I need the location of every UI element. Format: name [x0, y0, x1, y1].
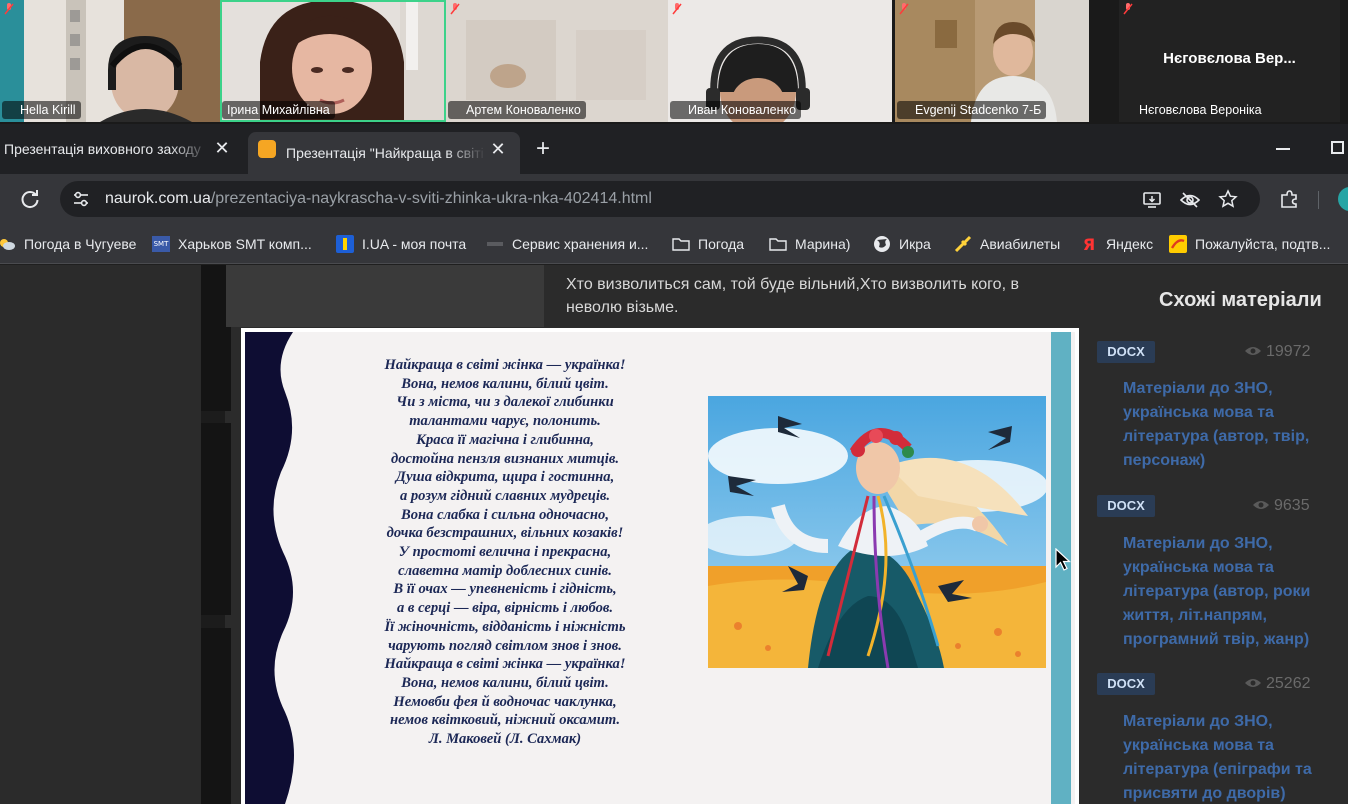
participant-name: Evgenij Stadcenko 7-Б [897, 101, 1047, 119]
bookmark-label: I.UA - моя почта [362, 236, 467, 252]
muted-mic-icon [899, 3, 909, 15]
confirm-icon [1169, 235, 1187, 253]
eye-icon [1245, 679, 1261, 687]
ukrainian-woman-painting [708, 396, 1046, 668]
bookmark-label: Погода в Чугуеве [24, 236, 137, 252]
bookmark-folder-maryna[interactable]: Марина) [769, 234, 850, 254]
bookmark-ikra[interactable]: Икра [873, 234, 931, 254]
related-materials-title: Схожі матеріали [1159, 289, 1322, 311]
bookmark-pogoda-chuhuiv[interactable]: Погода в Чугуеве [0, 234, 136, 254]
view-count: 25262 [1244, 675, 1311, 693]
participant-name: Нєговєлова Вероніка [1139, 103, 1262, 117]
muted-mic-icon [672, 3, 682, 15]
participant-name: Hella Kirill [2, 101, 81, 119]
bookmark-star-icon[interactable] [1218, 189, 1238, 209]
folder-icon [769, 238, 787, 251]
url-path: /prezentaciya-naykrascha-v-sviti-zhinka-… [210, 190, 652, 207]
view-count: 9635 [1252, 497, 1310, 515]
browser-toolbar: naurok.com.ua/prezentaciya-naykrascha-v-… [0, 174, 1348, 224]
naurok-favicon-icon [258, 140, 276, 158]
participant-name: Артем Коноваленко [448, 101, 586, 119]
iua-icon [336, 235, 354, 253]
slide-wave-border [245, 332, 294, 804]
svg-text:SMT: SMT [154, 240, 169, 248]
install-app-icon[interactable] [1142, 190, 1162, 210]
participant-tile-ivan[interactable]: Иван Коноваленко [668, 0, 892, 122]
maximize-icon[interactable] [1331, 141, 1344, 154]
close-tab-icon[interactable]: ✕ [214, 139, 230, 157]
doc-type-badge: DOCX [1097, 673, 1155, 695]
doc-type-badge: DOCX [1097, 341, 1155, 363]
page-quote: Хто визволиться сам, той буде вільний,Хт… [566, 276, 1019, 316]
bookmark-iua[interactable]: I.UA - моя почта [336, 234, 466, 254]
weather-icon [0, 239, 15, 250]
related-item-title[interactable]: Матеріали до ЗНО, українська мова та літ… [1123, 532, 1333, 652]
reload-icon[interactable] [19, 188, 41, 210]
bookmark-label: Сервис хранения и... [512, 236, 649, 252]
muted-mic-icon [4, 3, 14, 15]
related-item-title[interactable]: Матеріали до ЗНО, українська мова та літ… [1123, 377, 1333, 473]
doc-type-badge: DOCX [1097, 495, 1155, 517]
folder-icon [672, 238, 690, 251]
bookmark-label: Авиабилеты [980, 236, 1061, 252]
slide-thumbnail[interactable] [201, 423, 231, 615]
screen: Hella Kirill Ірина Михайлівна Артем Коно… [0, 0, 1348, 804]
participant-tile-artem[interactable]: Артем Коноваленко [446, 0, 668, 122]
tab-vykhovnyi-zakhid[interactable]: Презентація виховного заходу ✕ [0, 132, 244, 166]
minimize-icon[interactable] [1276, 148, 1290, 150]
eye-off-icon[interactable] [1180, 190, 1200, 210]
view-count: 19972 [1244, 343, 1311, 361]
slide-poem: Найкраща в світі жінка — українка! Вона,… [384, 357, 626, 748]
globe-icon [874, 236, 890, 252]
bookmark-storage[interactable]: Сервис хранения и... [486, 234, 648, 254]
extensions-icon[interactable] [1279, 189, 1299, 209]
participant-tile-hella-kirill[interactable]: Hella Kirill [0, 0, 220, 122]
slide-preview[interactable] [226, 265, 544, 327]
participant-tile-iryna[interactable]: Ірина Михайлівна [220, 0, 446, 122]
participant-display-name: Нєговєлова Вер... [1163, 50, 1296, 67]
mouse-cursor-icon [1055, 548, 1071, 571]
close-tab-icon[interactable]: ✕ [490, 140, 506, 158]
participant-tile-veronika[interactable]: Нєговєлова Вер... Нєговєлова Вероніка [1119, 0, 1340, 122]
related-item-title[interactable]: Матеріали до ЗНО, українська мова та літ… [1123, 710, 1333, 804]
bookmark-label: Пожалуйста, подтв... [1195, 236, 1331, 252]
bookmark-label: Марина) [795, 236, 851, 252]
participant-tile-evgenij[interactable]: Evgenij Stadcenko 7-Б [895, 0, 1089, 122]
profile-avatar[interactable] [1338, 187, 1348, 211]
eye-icon [1253, 501, 1269, 509]
eye-icon [1245, 347, 1261, 355]
muted-mic-icon [450, 3, 460, 15]
address-bar[interactable]: naurok.com.ua/prezentaciya-naykrascha-v-… [60, 181, 1260, 217]
participant-name: Ірина Михайлівна [222, 101, 335, 119]
presentation-slide[interactable]: Найкраща в світі жінка — українка! Вона,… [241, 328, 1079, 804]
bookmark-label: Погода [698, 236, 745, 252]
bookmark-label: Харьков SMT комп... [178, 236, 312, 252]
bookmark-smt[interactable]: SMT Харьков SMT комп... [152, 234, 312, 254]
url-text[interactable]: naurok.com.ua/prezentaciya-naykrascha-v-… [105, 190, 652, 208]
yandex-icon: Я [1083, 235, 1095, 253]
bookmark-folder-pogoda[interactable]: Погода [672, 234, 744, 254]
svg-text:Я: Я [1083, 235, 1095, 253]
bookmark-label: Икра [899, 236, 931, 252]
plus-icon[interactable]: + [536, 137, 550, 161]
smt-icon: SMT [152, 236, 170, 252]
plane-icon [954, 235, 972, 253]
bookmark-confirm[interactable]: Пожалуйста, подтв... [1169, 234, 1330, 254]
muted-mic-icon [1123, 3, 1133, 15]
bookmark-label: Яндекс [1106, 236, 1154, 252]
storage-icon [487, 242, 503, 246]
bookmarks-bar: Погода в Чугуеве SMT Харьков SMT комп...… [0, 224, 1348, 264]
bookmark-aviabilety[interactable]: Авиабилеты [954, 234, 1060, 254]
tab-naykrascha[interactable]: Презентація "Найкраща в світі ✕ [248, 132, 520, 174]
url-host: naurok.com.ua [105, 190, 211, 207]
participant-name: Иван Коноваленко [670, 101, 802, 119]
slide-thumbnail[interactable] [201, 628, 231, 804]
browser-tab-bar: Презентація виховного заходу ✕ Презентац… [0, 124, 1348, 174]
bookmark-yandex[interactable]: Я Яндекс [1080, 234, 1153, 254]
video-call-strip: Hella Kirill Ірина Михайлівна Артем Коно… [0, 0, 1348, 124]
site-settings-icon[interactable] [72, 190, 90, 208]
